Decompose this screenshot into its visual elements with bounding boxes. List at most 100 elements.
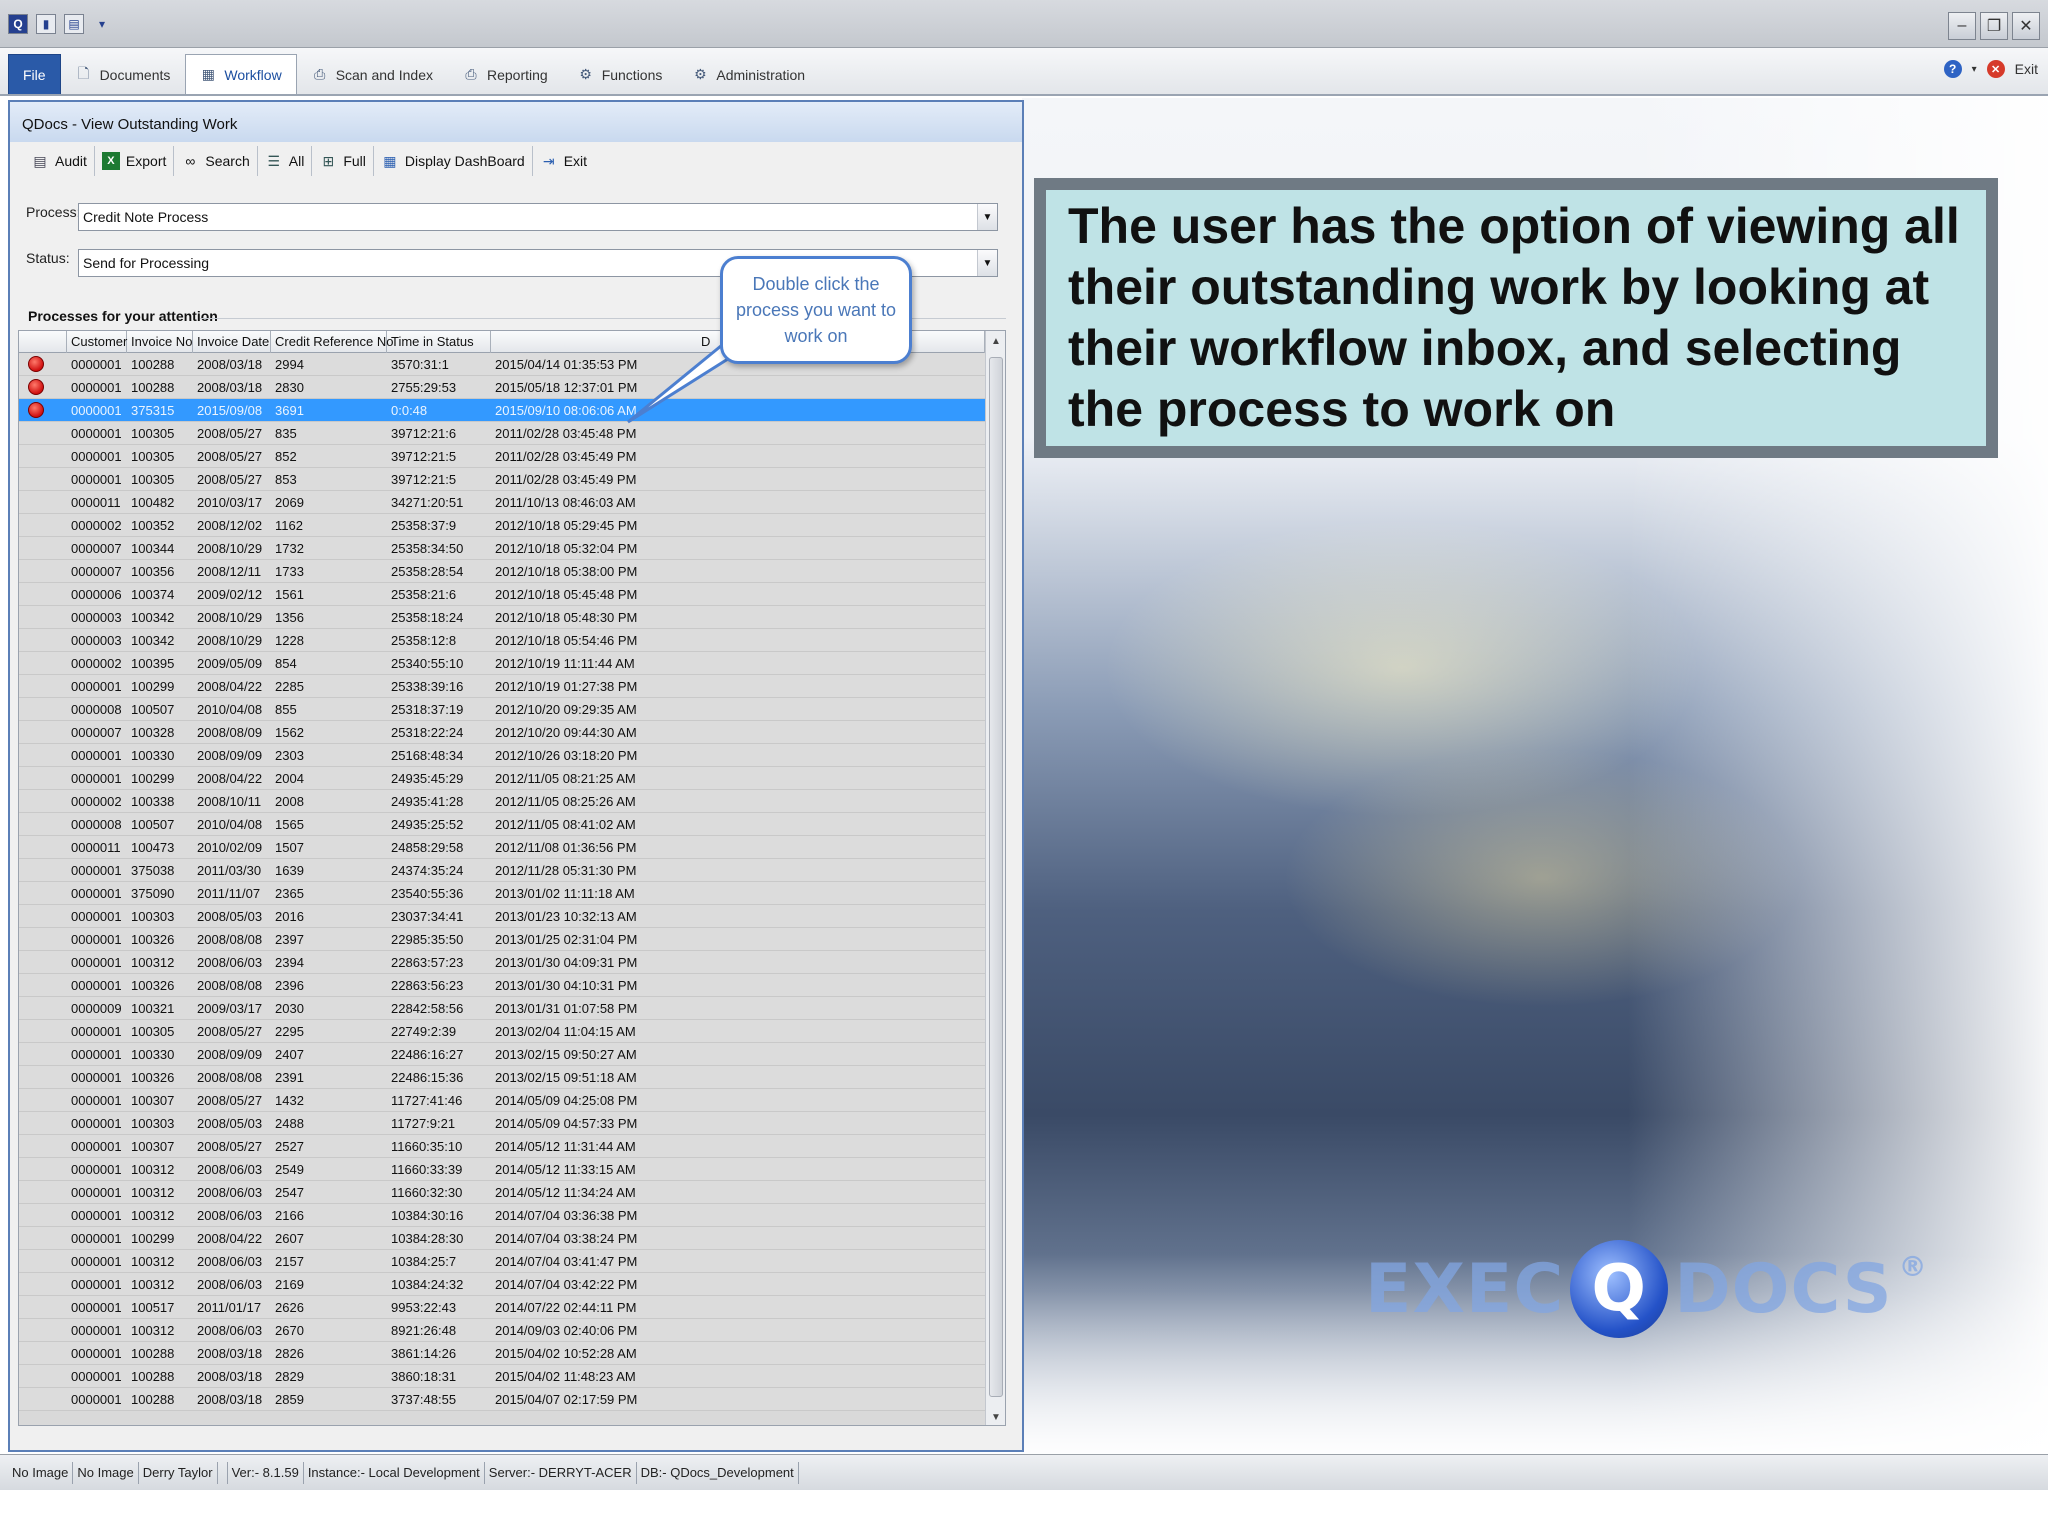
table-cell: 2015/09/08 bbox=[197, 403, 263, 418]
table-row[interactable]: 0000001 100330 2008/09/09 2407 22486:16:27 20… bbox=[19, 1043, 985, 1066]
table-row[interactable]: 0000002 100395 2009/05/09 854 25340:55:10 201… bbox=[19, 652, 985, 675]
dropdown-icon[interactable]: ▾ bbox=[92, 14, 112, 34]
save-icon[interactable]: ▮ bbox=[36, 14, 56, 34]
process-select[interactable]: Credit Note Process bbox=[78, 203, 998, 231]
full-button[interactable]: ⊞ Full bbox=[312, 146, 374, 176]
help-icon[interactable]: ? bbox=[1943, 60, 1962, 78]
table-row[interactable]: 0000001 100312 2008/06/03 2166 10384:30:16 20… bbox=[19, 1204, 985, 1227]
table-row[interactable]: 0000011 100473 2010/02/09 1507 24858:29:58 20… bbox=[19, 836, 985, 859]
table-row[interactable]: 0000002 100352 2008/12/02 1162 25358:37:9 201… bbox=[19, 514, 985, 537]
button-label: Exit bbox=[563, 153, 588, 169]
table-cell: 2012/10/18 05:38:00 PM bbox=[495, 564, 638, 579]
table-row[interactable]: 0000001 100303 2008/05/03 2016 23037:34:41 20… bbox=[19, 905, 985, 928]
table-row[interactable]: 0000006 100374 2009/02/12 1561 25358:21:6 201… bbox=[19, 583, 985, 606]
table-cell: 2013/01/23 10:32:13 AM bbox=[495, 909, 637, 924]
table-cell: 1356 bbox=[275, 610, 304, 625]
table-row[interactable]: 0000001 100307 2008/05/27 1432 11727:41:46 20… bbox=[19, 1089, 985, 1112]
column-header-invoice-date[interactable]: Invoice Date bbox=[193, 331, 271, 353]
table-row[interactable]: 0000009 100321 2009/03/17 2030 22842:58:56 20… bbox=[19, 997, 985, 1020]
table-row[interactable]: 0000001 100288 2008/03/18 2859 3737:48:55 201… bbox=[19, 1388, 985, 1411]
audit-button[interactable]: ▤ Audit bbox=[24, 146, 95, 176]
table-cell: 2008/03/18 bbox=[197, 1392, 263, 1407]
table-row[interactable]: 0000001 100312 2008/06/03 2549 11660:33:39 20… bbox=[19, 1158, 985, 1181]
table-row[interactable]: 0000001 100312 2008/06/03 2169 10384:24:32 20… bbox=[19, 1273, 985, 1296]
print-icon[interactable]: ▤ bbox=[64, 14, 84, 34]
column-header-flag[interactable] bbox=[19, 331, 67, 353]
table-cell: 2014/05/12 11:31:44 AM bbox=[495, 1139, 636, 1154]
table-row[interactable]: 0000001 100303 2008/05/03 2488 11727:9:21 201… bbox=[19, 1112, 985, 1135]
tab-documents[interactable]: 🗋 Documents bbox=[61, 54, 186, 94]
chevron-down-icon[interactable]: ▾ bbox=[1972, 64, 1977, 75]
table-row[interactable]: 0000001 100288 2008/03/18 2829 3860:18:31 201… bbox=[19, 1365, 985, 1388]
display-dashboard-button[interactable]: ▦ Display DashBoard bbox=[374, 146, 533, 176]
table-row[interactable]: 0000001 100326 2008/08/08 2396 22863:56:23 20… bbox=[19, 974, 985, 997]
table-row[interactable]: 0000003 100342 2008/10/29 1356 25358:18:24 20… bbox=[19, 606, 985, 629]
table-row[interactable]: 0000001 100305 2008/05/27 852 39712:21:5 2011… bbox=[19, 445, 985, 468]
table-cell: 2013/02/04 11:04:15 AM bbox=[495, 1024, 636, 1039]
table-row[interactable]: 0000007 100328 2008/08/09 1562 25318:22:24 20… bbox=[19, 721, 985, 744]
table-cell: 2012/10/18 05:29:45 PM bbox=[495, 518, 638, 533]
close-button[interactable]: ✕ bbox=[2012, 12, 2040, 40]
column-header-invoice-no[interactable]: Invoice No bbox=[127, 331, 193, 353]
table-row[interactable]: 0000001 375038 2011/03/30 1639 24374:35:24 20… bbox=[19, 859, 985, 882]
tab-file[interactable]: File bbox=[8, 54, 61, 94]
scroll-up-arrow-icon[interactable]: ▲ bbox=[986, 331, 1005, 351]
table-cell: 2012/10/18 05:45:48 PM bbox=[495, 587, 638, 602]
table-row[interactable]: 0000002 100338 2008/10/11 2008 24935:41:28 20… bbox=[19, 790, 985, 813]
table-cell: 0000001 bbox=[71, 1024, 122, 1039]
minimize-button[interactable]: – bbox=[1948, 12, 1976, 40]
table-row[interactable]: 0000001 100305 2008/05/27 2295 22749:2:39 201… bbox=[19, 1020, 985, 1043]
table-row[interactable]: 0000001 100312 2008/06/03 2547 11660:32:30 20… bbox=[19, 1181, 985, 1204]
table-row[interactable]: 0000001 100312 2008/06/03 2670 8921:26:48 201… bbox=[19, 1319, 985, 1342]
column-header-customer[interactable]: Customer bbox=[67, 331, 127, 353]
table-row[interactable]: 0000001 100517 2011/01/17 2626 9953:22:43 201… bbox=[19, 1296, 985, 1319]
exit-label[interactable]: Exit bbox=[2015, 61, 2038, 77]
table-row[interactable]: 0000001 100305 2008/05/27 853 39712:21:5 2011… bbox=[19, 468, 985, 491]
export-button[interactable]: X Export bbox=[95, 146, 175, 176]
table-row[interactable]: 0000008 100507 2010/04/08 855 25318:37:19 201… bbox=[19, 698, 985, 721]
app-icon[interactable]: Q bbox=[8, 14, 28, 34]
table-row[interactable]: 0000007 100344 2008/10/29 1732 25358:34:50 20… bbox=[19, 537, 985, 560]
table-row[interactable]: 0000001 100299 2008/04/22 2004 24935:45:29 20… bbox=[19, 767, 985, 790]
table-row[interactable]: 0000001 100299 2008/04/22 2607 10384:28:30 20… bbox=[19, 1227, 985, 1250]
restore-button[interactable]: ❐ bbox=[1980, 12, 2008, 40]
search-button[interactable]: ∞ Search bbox=[174, 146, 258, 176]
tab-label: Functions bbox=[601, 66, 663, 83]
table-cell: 0000008 bbox=[71, 702, 122, 717]
exit-icon[interactable]: ✕ bbox=[1986, 60, 2005, 78]
exit-button[interactable]: ⇥ Exit bbox=[533, 146, 594, 176]
table-row[interactable]: 0000001 100305 2008/05/27 835 39712:21:6 2011… bbox=[19, 422, 985, 445]
table-row[interactable]: 0000003 100342 2008/10/29 1228 25358:12:8 201… bbox=[19, 629, 985, 652]
table-cell: 2012/11/28 05:31:30 PM bbox=[495, 863, 637, 878]
table-row-selected[interactable]: 0000001 375315 2015/09/08 3691 0:0:48 2015/09… bbox=[19, 399, 985, 422]
table-row[interactable]: 0000001 100288 2008/03/18 2830 2755:29:53 201… bbox=[19, 376, 985, 399]
tab-reporting[interactable]: ⎙ Reporting bbox=[448, 54, 563, 94]
tab-functions[interactable]: ⚙ Functions bbox=[563, 54, 678, 94]
table-row[interactable]: 0000001 100326 2008/08/08 2391 22486:15:36 20… bbox=[19, 1066, 985, 1089]
bottom-margin bbox=[0, 1490, 2048, 1536]
table-row[interactable]: 0000001 100299 2008/04/22 2285 25338:39:16 20… bbox=[19, 675, 985, 698]
table-row[interactable]: 0000001 100307 2008/05/27 2527 11660:35:10 20… bbox=[19, 1135, 985, 1158]
table-row[interactable]: 0000001 100312 2008/06/03 2157 10384:25:7 201… bbox=[19, 1250, 985, 1273]
table-row[interactable]: 0000001 100330 2008/09/09 2303 25168:48:34 20… bbox=[19, 744, 985, 767]
table-row[interactable]: 0000001 100312 2008/06/03 2394 22863:57:23 20… bbox=[19, 951, 985, 974]
column-header-credit-reference-no[interactable]: Credit Reference No bbox=[271, 331, 394, 353]
scroll-down-arrow-icon[interactable]: ▼ bbox=[986, 1407, 1005, 1425]
table-cell: 3691 bbox=[275, 403, 304, 418]
all-button[interactable]: ☰ All bbox=[258, 146, 313, 176]
table-row[interactable]: 0000008 100507 2010/04/08 1565 24935:25:52 20… bbox=[19, 813, 985, 836]
chevron-down-icon[interactable]: ▼ bbox=[977, 204, 997, 230]
chevron-down-icon[interactable]: ▼ bbox=[977, 250, 997, 276]
column-header-time-in-status[interactable]: Time in Status bbox=[387, 331, 491, 353]
table-row[interactable]: 0000001 100288 2008/03/18 2826 3861:14:26 201… bbox=[19, 1342, 985, 1365]
tab-workflow[interactable]: ▦ Workflow bbox=[185, 54, 297, 94]
table-cell: 100312 bbox=[131, 955, 175, 970]
scroll-thumb[interactable] bbox=[989, 357, 1003, 1397]
table-row[interactable]: 0000011 100482 2010/03/17 2069 34271:20:51 20… bbox=[19, 491, 985, 514]
table-row[interactable]: 0000001 375090 2011/11/07 2365 23540:55:36 20… bbox=[19, 882, 985, 905]
table-row[interactable]: 0000007 100356 2008/12/11 1733 25358:28:54 20… bbox=[19, 560, 985, 583]
table-row[interactable]: 0000001 100326 2008/08/08 2397 22985:35:50 20… bbox=[19, 928, 985, 951]
vertical-scrollbar[interactable]: ▲ ▼ bbox=[985, 331, 1005, 1425]
tab-scan-and-index[interactable]: ⎙ Scan and Index bbox=[297, 54, 448, 94]
tab-administration[interactable]: ⚙ Administration bbox=[677, 54, 820, 94]
